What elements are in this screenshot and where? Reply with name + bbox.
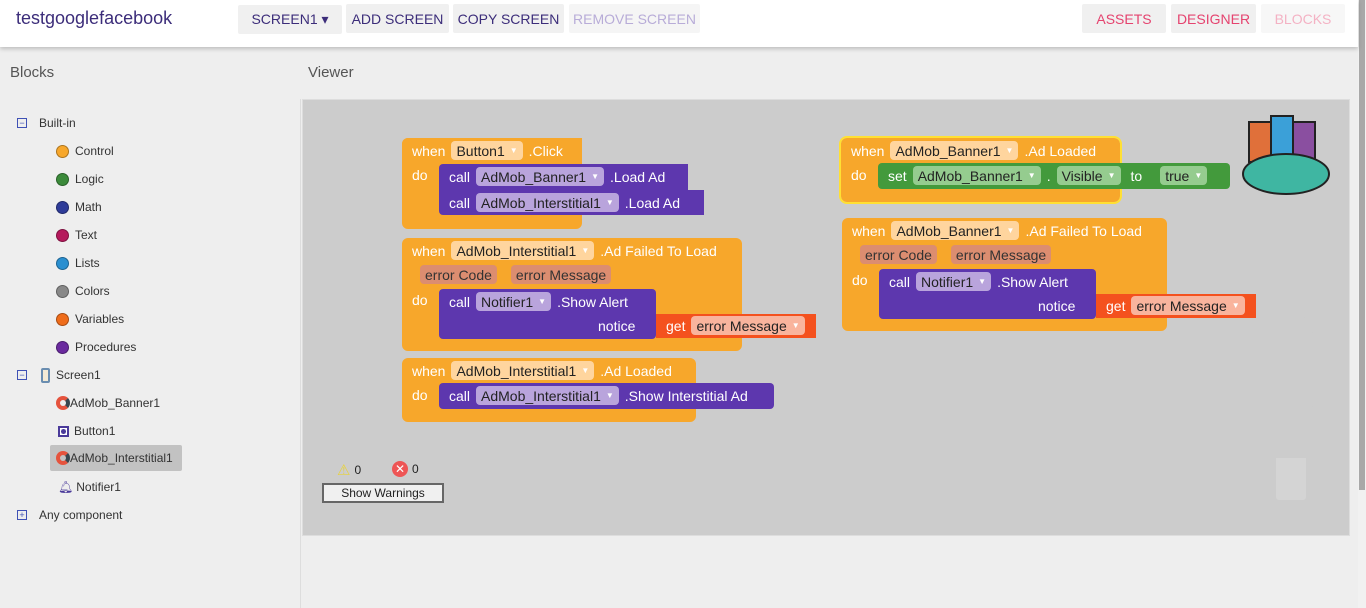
call-block[interactable]: call AdMob_Banner1 ▼ .Load Ad: [449, 164, 665, 189]
when-label: when: [412, 142, 446, 159]
tree-label: Colors: [75, 284, 110, 298]
component-dropdown[interactable]: AdMob_Banner1 ▼: [891, 221, 1020, 240]
tree-builtin-text[interactable]: Text: [56, 224, 97, 246]
tree-label: AdMob_Banner1: [70, 396, 161, 410]
get-block[interactable]: get error Message ▼: [666, 313, 805, 338]
tree-admob-interstitial1[interactable]: AdMob_Interstitial1: [50, 445, 182, 471]
category-color-icon: [56, 312, 69, 326]
component-dropdown[interactable]: Notifier1 ▼: [476, 292, 552, 311]
tree-builtin-variables[interactable]: Variables: [56, 308, 124, 330]
button-icon: [58, 425, 69, 437]
category-color-icon: [56, 200, 69, 214]
true-dropdown[interactable]: true ▼: [1160, 166, 1208, 185]
remove-screen-button[interactable]: REMOVE SCREEN: [569, 4, 700, 33]
property-dropdown[interactable]: Visible ▼: [1056, 166, 1121, 185]
category-color-icon: [56, 340, 69, 354]
category-color-icon: [56, 144, 69, 158]
admob-icon: [56, 396, 70, 410]
tree-builtin-logic[interactable]: Logic: [56, 168, 104, 190]
page-scrollbar[interactable]: [1358, 0, 1366, 608]
component-dropdown[interactable]: AdMob_Banner1 ▼: [912, 166, 1041, 185]
tree-label: Control: [75, 144, 114, 158]
phone-icon: [41, 367, 50, 383]
param-error-message[interactable]: error Message: [510, 265, 612, 284]
tree-label: Procedures: [75, 340, 137, 354]
blocks-button[interactable]: BLOCKS: [1261, 4, 1345, 33]
tree-builtin-control[interactable]: Control: [56, 140, 114, 162]
category-color-icon: [56, 228, 69, 242]
tree-builtin-colors[interactable]: Colors: [56, 280, 110, 302]
tree-label: Lists: [75, 256, 100, 270]
warning-indicator: ⚠ 0: [337, 462, 362, 479]
tree-label: Variables: [75, 312, 125, 326]
tree-label: Screen1: [56, 368, 101, 382]
collapse-icon[interactable]: −: [17, 118, 27, 128]
tree-notifier1[interactable]: 🔔︎ Notifier1: [58, 476, 121, 498]
event-name: .Click: [528, 142, 563, 159]
tree-builtin[interactable]: − Built-in: [17, 112, 76, 134]
expand-icon[interactable]: +: [17, 510, 27, 520]
error-indicator: ✕ 0: [392, 461, 419, 477]
component-dropdown[interactable]: AdMob_Interstitial1 ▼: [476, 193, 619, 212]
tree-builtin-math[interactable]: Math: [56, 196, 102, 218]
param-error-code[interactable]: error Code: [420, 265, 497, 284]
component-dropdown[interactable]: AdMob_Banner1 ▼: [476, 167, 605, 186]
collapse-icon[interactable]: −: [17, 370, 27, 380]
component-dropdown[interactable]: AdMob_Banner1 ▼: [890, 141, 1019, 160]
variable-dropdown[interactable]: error Message ▼: [1131, 296, 1245, 315]
add-screen-button[interactable]: ADD SCREEN: [346, 4, 449, 33]
component-dropdown[interactable]: AdMob_Interstitial1 ▼: [451, 361, 595, 380]
backpack-icon[interactable]: [1241, 112, 1333, 196]
tree-label: AdMob_Interstitial1: [70, 451, 173, 465]
variable-dropdown[interactable]: error Message ▼: [691, 316, 805, 335]
recenter-icon[interactable]: ◎: [1285, 314, 1313, 342]
tree-any-component[interactable]: + Any component: [17, 504, 122, 526]
top-bar: testgooglefacebook SCREEN1 ▾ ADD SCREEN …: [0, 0, 1358, 47]
tree-screen1[interactable]: − Screen1: [17, 364, 101, 386]
component-dropdown[interactable]: Button1 ▼: [451, 141, 523, 160]
category-color-icon: [56, 172, 69, 186]
blocks-workspace[interactable]: when Button1 ▼ .Click do call AdMob_Banner1 ▼…: [302, 99, 1350, 536]
param-error-code[interactable]: error Code: [860, 245, 937, 264]
tree-label: Math: [75, 200, 102, 214]
category-color-icon: [56, 284, 69, 298]
warning-icon: ⚠: [337, 462, 351, 479]
component-dropdown[interactable]: AdMob_Interstitial1 ▼: [476, 386, 619, 405]
tree-builtin-lists[interactable]: Lists: [56, 252, 100, 274]
zoom-in-icon[interactable]: +: [1285, 357, 1315, 387]
tree-builtin-procedures[interactable]: Procedures: [56, 336, 136, 358]
bell-icon: 🔔︎: [58, 480, 74, 494]
error-icon: ✕: [392, 461, 408, 477]
horizontal-scrollbar[interactable]: [533, 525, 1104, 533]
show-warnings-button[interactable]: Show Warnings: [322, 483, 444, 503]
tree-label: Any component: [39, 508, 123, 522]
zoom-out-icon[interactable]: −: [1285, 390, 1315, 420]
component-dropdown[interactable]: Notifier1 ▼: [916, 272, 992, 291]
do-label: do: [412, 166, 428, 183]
screen-dropdown[interactable]: SCREEN1 ▾: [238, 5, 342, 34]
param-error-message[interactable]: error Message: [950, 245, 1052, 264]
designer-button[interactable]: DESIGNER: [1171, 4, 1256, 33]
admob-icon: [56, 451, 70, 465]
tree-label: Button1: [74, 424, 116, 438]
tree-admob-banner1[interactable]: AdMob_Banner1: [56, 392, 160, 414]
call-block[interactable]: call AdMob_Interstitial1 ▼ .Load Ad: [449, 190, 680, 215]
set-block[interactable]: set AdMob_Banner1 ▼. Visible ▼ to true ▼: [888, 163, 1208, 188]
blocks-heading: Blocks: [10, 64, 55, 81]
assets-button[interactable]: ASSETS: [1082, 4, 1166, 33]
component-dropdown[interactable]: AdMob_Interstitial1 ▼: [451, 241, 595, 260]
tree-label: Text: [75, 228, 98, 242]
tree-label: Built-in: [39, 116, 76, 130]
viewer-heading: Viewer: [308, 64, 354, 81]
get-block[interactable]: get error Message ▼: [1106, 293, 1245, 318]
vertical-scrollbar[interactable]: [1338, 205, 1346, 461]
copy-screen-button[interactable]: COPY SCREEN: [453, 4, 564, 33]
category-color-icon: [56, 256, 69, 270]
app-title: testgooglefacebook: [16, 8, 173, 28]
tree-label: Logic: [75, 172, 104, 186]
tree-label: Notifier1: [76, 480, 121, 494]
trash-icon[interactable]: [1273, 450, 1309, 502]
tree-button1[interactable]: Button1: [58, 420, 115, 442]
